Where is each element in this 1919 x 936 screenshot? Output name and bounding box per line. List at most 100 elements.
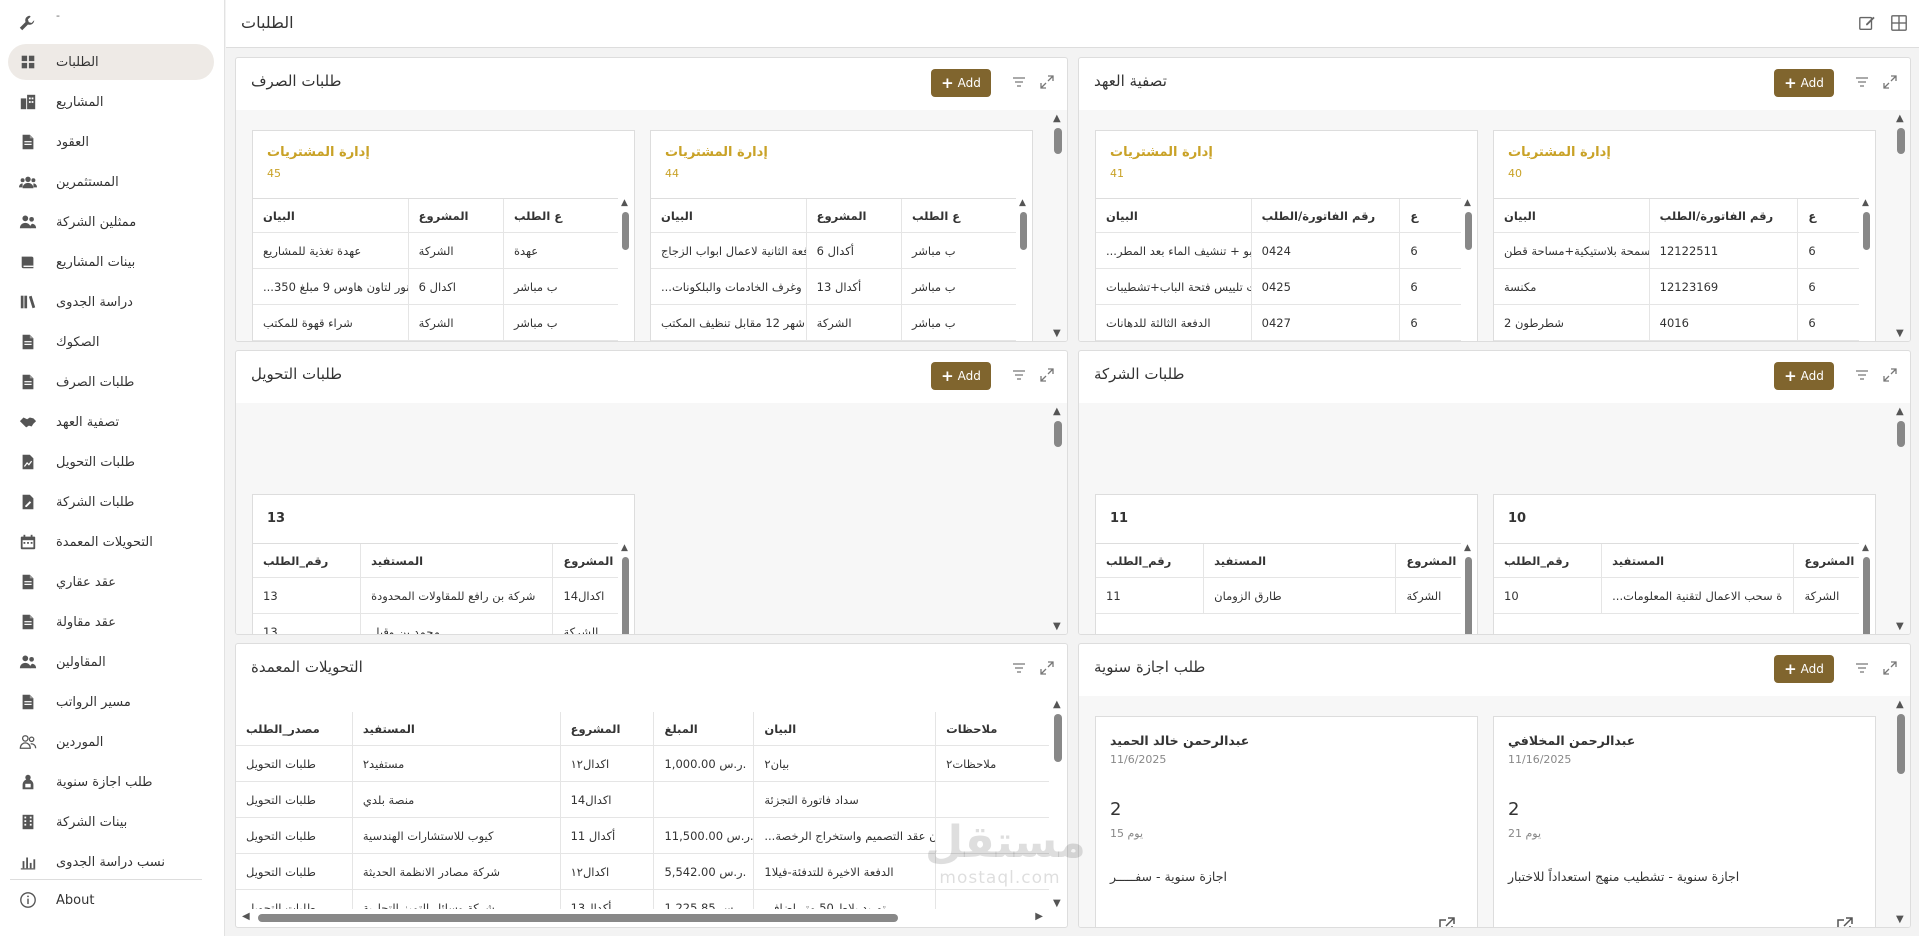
sidebar-item-14[interactable]: عقد مقاولة (8, 604, 214, 640)
vertical-scrollbar[interactable]: ▲ ▼ (1894, 114, 1908, 339)
add-button[interactable]: + Add (931, 69, 991, 97)
leave-card[interactable]: عبدالرحمن خالد الحميد 11/6/2025 2 15 يوم اجا… (1095, 716, 1478, 927)
sidebar-item-12[interactable]: التحويلات المعمدة (8, 524, 214, 560)
sidebar-item-10[interactable]: طلبات التحويل (8, 444, 214, 480)
table-row[interactable]: ...مامات وغرف الخادمات والبلكوناتأكدال 1… (651, 269, 1016, 305)
column-header[interactable]: رقم_الطلب (253, 544, 360, 577)
column-header[interactable]: ملاحظات (935, 712, 1049, 745)
column-header[interactable]: المستفيد (1601, 544, 1793, 577)
group-scrollbar[interactable]: ▲▼ (1861, 198, 1873, 341)
table-row[interactable]: طلبات التحويل مستفيد٢ اكدال١٢ 1,000.00 ر.س.… (236, 746, 1049, 782)
column-header[interactable]: ع الطلب (502, 199, 618, 232)
column-header[interactable]: رقم الفاتورة/الطلب (1648, 199, 1798, 232)
column-header[interactable]: المستفيد (360, 544, 552, 577)
sidebar-item-11[interactable]: طلبات الشركة (8, 484, 214, 520)
column-header[interactable]: المبلغ (653, 712, 753, 745)
table-row[interactable]: مكنسة 12123169 6 (1494, 269, 1859, 305)
column-header[interactable]: ع (1399, 199, 1461, 232)
vertical-scrollbar[interactable]: ▲ ▼ (1051, 407, 1065, 632)
column-header[interactable]: رقم_الطلب (1096, 544, 1203, 577)
expand-icon[interactable] (1883, 368, 1897, 382)
group-scrollbar[interactable]: ▲▼ (1463, 543, 1475, 634)
table-row[interactable]: 13 شركة بن رافع للمقاولات المحدودة اكدال14 (253, 578, 618, 614)
sidebar-item-13[interactable]: عقد عقاري (8, 564, 214, 600)
table-row[interactable]: طلبات التحويل منصة بلدي اكدال14 سداد فاتورة… (236, 782, 1049, 818)
filter-icon[interactable] (1855, 661, 1869, 675)
sidebar-item-6[interactable]: دراسة الجدوى (8, 284, 214, 320)
sidebar-item-19[interactable]: بينات الشركة (8, 804, 214, 840)
sidebar-item-18[interactable]: طلب اجازة سنوية (8, 764, 214, 800)
group-scrollbar[interactable]: ▲▼ (1463, 198, 1475, 341)
external-link-icon[interactable] (1439, 917, 1455, 927)
table-row[interactable]: شطرطون 2 4016 6 (1494, 305, 1859, 341)
column-header[interactable]: مصدر_الطلب (236, 712, 352, 745)
column-header[interactable]: البيان (753, 712, 935, 745)
column-header[interactable]: المشروع (1395, 544, 1461, 577)
add-button[interactable]: + Add (1774, 655, 1834, 683)
group-scrollbar[interactable]: ▲▼ (620, 198, 632, 341)
sidebar-item-17[interactable]: الموردين (8, 724, 214, 760)
column-header[interactable]: المستفيد (1203, 544, 1395, 577)
column-header[interactable]: البيان (253, 199, 408, 232)
group-scrollbar[interactable]: ▲▼ (1861, 543, 1873, 634)
table-row[interactable]: عهدة تغذية للمشاريع الشركة عهدة (253, 233, 618, 269)
filter-icon[interactable] (1012, 368, 1026, 382)
horizontal-scrollbar[interactable]: ◀ ▶ (236, 911, 1049, 925)
table-row[interactable]: طلبات التحويل كيوب للاستشارات الهندسية أكد… (236, 818, 1049, 854)
filter-icon[interactable] (1012, 661, 1026, 675)
expand-icon[interactable] (1040, 368, 1054, 382)
layout-grid-icon[interactable] (1890, 14, 1908, 32)
table-row[interactable]: راتب شهر 12 مقابل تنظيف المكتبالشركةب مب… (651, 305, 1016, 341)
table-row[interactable]: الدفعة الثانية لاعمال ابواب الزجاج أكدال … (651, 233, 1016, 269)
leave-card[interactable]: عبدالرحمن المخلافي 11/16/2025 2 21 يوم اجازة… (1493, 716, 1876, 927)
sidebar-item-9[interactable]: تصفية العهد (8, 404, 214, 440)
filter-icon[interactable] (1855, 75, 1869, 89)
table-row[interactable]: ...ريشة منور لتاون هاوس 9 مبلغ 350اكدال … (253, 269, 618, 305)
column-header[interactable]: ع الطلب (900, 199, 1016, 232)
sidebar-item-4[interactable]: ممثلين الشركة (8, 204, 214, 240)
expand-icon[interactable] (1883, 661, 1897, 675)
table-row[interactable]: يوميات تلييس فتحة الباب+تشطيبات04256 (1096, 269, 1461, 305)
filter-icon[interactable] (1855, 368, 1869, 382)
sidebar-item-5[interactable]: بينات المشاريع (8, 244, 214, 280)
table-row[interactable]: مسمحة بلاستيكية+مساحة قطن 12122511 6 (1494, 233, 1859, 269)
column-header[interactable]: المستفيد (351, 712, 560, 745)
sidebar-item-2[interactable]: العقود (8, 124, 214, 160)
edit-icon[interactable] (1858, 14, 1876, 32)
add-button[interactable]: + Add (931, 362, 991, 390)
column-header[interactable]: المشروع (552, 544, 618, 577)
column-header[interactable]: المشروع (559, 712, 654, 745)
table-row[interactable]: 10 ...ة سحب الاعمال لتقنية المعلومات الشرك… (1494, 578, 1859, 614)
sidebar-item-15[interactable]: المقاولين (8, 644, 214, 680)
table-row[interactable]: طلبات التحويل شركة وسائل التميز التجارية أ… (236, 890, 1049, 909)
add-button[interactable]: + Add (1774, 69, 1834, 97)
table-row[interactable]: ...افة القبو + تنشيف الماء بعد المطر0424… (1096, 233, 1461, 269)
vertical-scrollbar[interactable]: ▲ ▼ (1894, 700, 1908, 925)
column-header[interactable]: البيان (1494, 199, 1649, 232)
filter-icon[interactable] (1012, 75, 1026, 89)
vertical-scrollbar[interactable]: ▲ ▼ (1051, 700, 1065, 909)
column-header[interactable]: رقم الفاتورة/الطلب (1250, 199, 1400, 232)
column-header[interactable]: البيان (651, 199, 806, 232)
wrench-icon[interactable] (18, 14, 36, 32)
add-button[interactable]: + Add (1774, 362, 1834, 390)
sidebar-item-0[interactable]: الطلبات (8, 44, 214, 80)
sidebar-item-7[interactable]: الصكوك (8, 324, 214, 360)
expand-icon[interactable] (1040, 75, 1054, 89)
column-header[interactable]: رقم_الطلب (1494, 544, 1601, 577)
sidebar-item-8[interactable]: طلبات الصرف (8, 364, 214, 400)
group-scrollbar[interactable]: ▲▼ (620, 543, 632, 634)
table-row[interactable]: شراء قهوة للمكتب الشركة ب مباشر (253, 305, 618, 341)
sidebar-item-20[interactable]: نسب دراسة الجدوى (8, 844, 214, 880)
table-row[interactable]: طلبات التحويل شركة مصادر الانظمة الحديثة ا… (236, 854, 1049, 890)
table-row[interactable]: 13 محمد بن وقيل الشركة (253, 614, 618, 634)
column-header[interactable]: المشروع (1793, 544, 1859, 577)
expand-icon[interactable] (1040, 661, 1054, 675)
column-header[interactable]: المشروع (805, 199, 901, 232)
column-header[interactable]: ع (1797, 199, 1859, 232)
vertical-scrollbar[interactable]: ▲ ▼ (1894, 407, 1908, 632)
external-link-icon[interactable] (1837, 917, 1853, 927)
sidebar-item-about[interactable]: About (8, 882, 214, 918)
column-header[interactable]: المشروع (407, 199, 503, 232)
table-row[interactable]: الدفعة الثالثة للدهانات 0427 6 (1096, 305, 1461, 341)
